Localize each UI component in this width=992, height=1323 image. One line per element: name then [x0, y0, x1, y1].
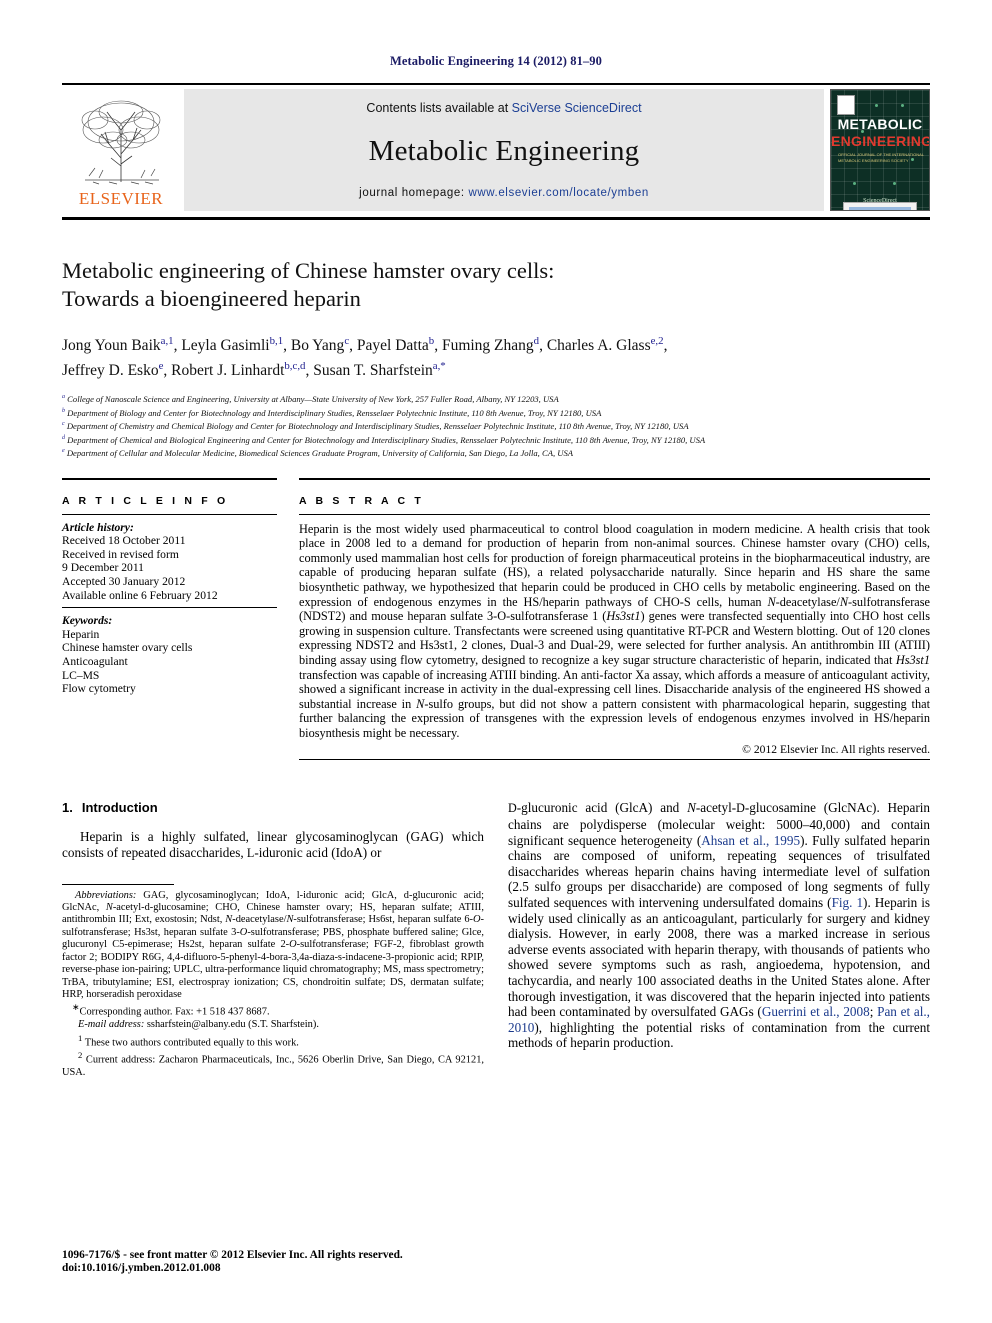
- affiliation-text-d: Department of Chemical and Biological En…: [67, 434, 706, 445]
- footnote-text-2: Current address: Zacharon Pharmaceutical…: [62, 1054, 484, 1079]
- footnote-rule: [62, 883, 174, 885]
- journal-homepage-link[interactable]: www.elsevier.com/locate/ymben: [468, 187, 648, 199]
- affiliation-list: a College of Nanoscale Science and Engin…: [62, 392, 930, 459]
- history-item: Accepted 30 January 2012: [62, 574, 186, 588]
- body-column-left: 1. Introduction Heparin is a highly sulfa…: [62, 800, 484, 1079]
- affiliation-text-b: Department of Biology and Center for Bio…: [67, 407, 602, 418]
- elsevier-wordmark: ELSEVIER: [78, 189, 164, 208]
- asterisk-icon: ∗: [72, 1002, 80, 1013]
- imprint-block: 1096-7176/$ - see front matter © 2012 El…: [62, 1249, 403, 1276]
- affiliation-b: b Department of Biology and Center for B…: [62, 406, 930, 419]
- email-value[interactable]: ssharfstein@albany.edu (S.T. Sharfstein)…: [147, 1019, 319, 1030]
- abstract-top-rule: [299, 477, 930, 480]
- running-head: Metabolic Engineering 14 (2012) 81–90: [389, 54, 602, 68]
- abbreviations-label: Abbreviations:: [75, 889, 137, 901]
- journal-banner: ELSEVIER Contents lists available at Sci…: [62, 89, 930, 211]
- homepage-prefix: journal homepage:: [359, 187, 469, 199]
- affiliation-marker-c: c: [62, 421, 65, 428]
- elsevier-logo: ELSEVIER: [62, 89, 180, 211]
- journal-homepage-line: journal homepage: www.elsevier.com/locat…: [359, 187, 649, 199]
- intro-paragraph-right: D-glucuronic acid (GlcA) and N-acetyl-D-…: [508, 800, 931, 1051]
- section-number: 1.: [62, 800, 73, 816]
- affiliation-a: a College of Nanoscale Science and Engin…: [62, 392, 930, 405]
- affiliation-marker-d: d: [62, 434, 66, 441]
- imprint-issn-line: 1096-7176/$ - see front matter © 2012 El…: [62, 1248, 403, 1261]
- keyword-item: Anticoagulant: [62, 654, 128, 668]
- abstract-heading: A B S T R A C T: [299, 494, 424, 507]
- history-item: Received 18 October 2011: [62, 534, 186, 548]
- footnote-note-1: 1 These two authors contributed equally …: [62, 1032, 484, 1050]
- article-title-line1: Metabolic engineering of Chinese hamster…: [62, 258, 555, 283]
- article-info-heading: A R T I C L E I N F O: [62, 494, 229, 507]
- footnote-marker-1: 1: [78, 1032, 83, 1043]
- journal-title: Metabolic Engineering: [368, 134, 640, 167]
- email-label: E-mail address:: [78, 1019, 145, 1031]
- footnote-email: E-mail address: ssharfstein@albany.edu (…: [62, 1019, 484, 1031]
- keywords-label: Keywords:: [62, 614, 113, 628]
- body-column-right: D-glucuronic acid (GlcA) and N-acetyl-D-…: [508, 800, 930, 1079]
- cover-footer-text: ScienceDirect: [863, 198, 897, 204]
- author-line-2: Jeffrey D. Eskoe, Robert J. Linhardtb,c,…: [62, 360, 446, 380]
- keyword-item: Flow cytometry: [62, 682, 136, 696]
- history-item: 9 December 2011: [62, 561, 144, 575]
- abbreviations-text: GAG, glycosaminoglycan; IdoA, l-iduronic…: [62, 889, 485, 1000]
- article-info-column: A R T I C L E I N F O Article history: R…: [62, 477, 277, 761]
- footnote-corresponding-author: ∗Corresponding author. Fax: +1 518 437 8…: [62, 1001, 484, 1019]
- affiliation-d: d Department of Chemical and Biological …: [62, 433, 930, 446]
- affiliation-e: e Department of Cellular and Molecular M…: [62, 446, 930, 459]
- section-heading-introduction: 1. Introduction: [62, 800, 484, 815]
- keyword-item: Chinese hamster ovary cells: [62, 641, 193, 655]
- journal-cover-thumbnail[interactable]: METABOLIC ENGINEERING OFFICIAL JOURNAL O…: [830, 89, 930, 211]
- banner-center: Contents lists available at SciVerse Sci…: [184, 89, 824, 211]
- footnote-block: Abbreviations: GAG, glycosaminoglycan; I…: [62, 890, 484, 1080]
- contents-prefix: Contents lists available at: [366, 101, 512, 115]
- keyword-item: LC–MS: [62, 668, 100, 682]
- article-history-block: Article history: Received 18 October 201…: [62, 515, 277, 608]
- affiliation-c: c Department of Chemistry and Chemical B…: [62, 419, 930, 432]
- footnote-text-1: These two authors contributed equally to…: [84, 1037, 299, 1049]
- affiliation-text-a: College of Nanoscale Science and Enginee…: [67, 394, 559, 405]
- article-title-line2: Towards a bioengineered heparin: [62, 286, 361, 311]
- section-title: Introduction: [81, 800, 158, 816]
- keyword-item: Heparin: [62, 627, 100, 641]
- abstract-copyright: © 2012 Elsevier Inc. All rights reserved…: [742, 743, 930, 757]
- author-line-1: Jong Youn Baika,1, Leyla Gasimlib,1, Bo …: [62, 335, 668, 355]
- author-list: Jong Youn Baika,1, Leyla Gasimlib,1, Bo …: [62, 331, 930, 381]
- footnote-note-2: 2 Current address: Zacharon Pharmaceutic…: [62, 1049, 484, 1079]
- cover-publisher-mark: [837, 95, 855, 115]
- affiliation-text-e: Department of Cellular and Molecular Med…: [66, 447, 573, 458]
- article-history: Article history: Received 18 October 201…: [62, 521, 277, 608]
- abstract-text: Heparin is the most widely used pharmace…: [299, 521, 930, 740]
- elsevier-tree-icon: [81, 100, 161, 185]
- footnote-abbreviations: Abbreviations: GAG, glycosaminoglycan; I…: [62, 890, 484, 1002]
- cover-title-line1: METABOLIC: [837, 116, 923, 132]
- page-title: Metabolic engineering of Chinese hamster…: [62, 257, 930, 313]
- body-columns: 1. Introduction Heparin is a highly sulfa…: [62, 800, 930, 1079]
- affiliation-marker-e: e: [62, 448, 65, 455]
- cover-subtitle: OFFICIAL JOURNAL OF THE INTERNATIONAL ME…: [838, 152, 924, 163]
- sciencedirect-link[interactable]: SciVerse ScienceDirect: [512, 101, 642, 115]
- abstract-bottom-rule: [299, 759, 930, 761]
- intro-paragraph-left: Heparin is a highly sulfated, linear gly…: [62, 829, 484, 861]
- abstract-column: A B S T R A C T Heparin is the most wide…: [299, 477, 930, 761]
- article-history-label: Article history:: [62, 520, 134, 534]
- affiliation-marker-a: a: [62, 394, 66, 401]
- affiliation-text-c: Department of Chemistry and Chemical Bio…: [66, 421, 689, 432]
- corresponding-author-text: Corresponding author. Fax: +1 518 437 86…: [79, 1006, 270, 1018]
- info-top-rule: [62, 477, 277, 480]
- article-page: Metabolic Engineering 14 (2012) 81–90 EL…: [0, 0, 992, 1323]
- cover-title-line2: ENGINEERING: [831, 133, 930, 149]
- title-block: Metabolic engineering of Chinese hamster…: [62, 257, 930, 460]
- imprint-doi-line: doi:10.1016/j.ymben.2012.01.008: [62, 1262, 221, 1275]
- history-item: Received in revised form: [62, 547, 179, 561]
- keywords-block: Keywords: Heparin Chinese hamster ovary …: [62, 608, 277, 696]
- banner-top-rule: [62, 83, 930, 85]
- banner-bottom-rule: [62, 217, 930, 220]
- info-abstract-region: A R T I C L E I N F O Article history: R…: [62, 477, 930, 761]
- history-item: Available online 6 February 2012: [62, 588, 218, 602]
- affiliation-marker-b: b: [62, 407, 66, 414]
- footnote-marker-2: 2: [78, 1050, 83, 1061]
- contents-available-line: Contents lists available at SciVerse Sci…: [366, 101, 641, 115]
